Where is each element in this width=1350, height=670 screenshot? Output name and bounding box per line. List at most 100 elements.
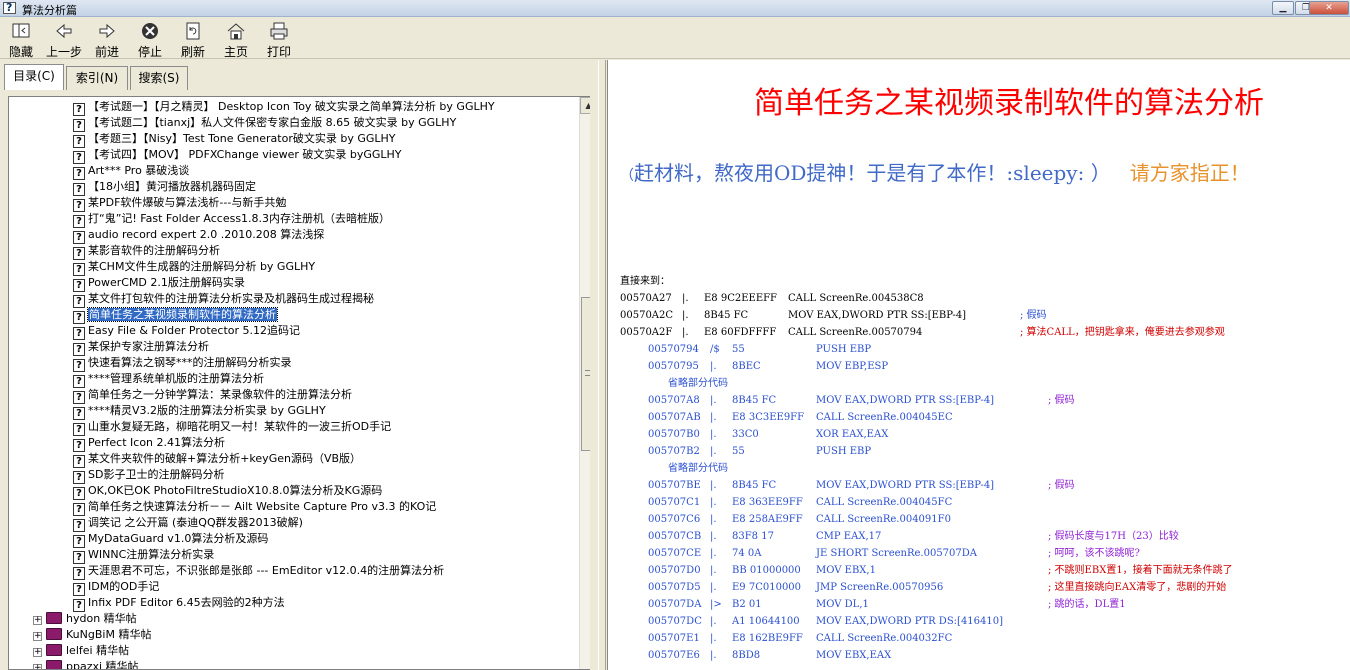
tree-item[interactable]: ? 【考题三】【Nisy】Test Tone Generator破文实录 by G… [73, 131, 396, 148]
code-asm: CALL ScreenRe.004032FC [816, 633, 953, 644]
tree-book[interactable]: + lelfei 精华帖 [33, 643, 129, 659]
tree-item-label: 某文件夹软件的破解+算法分析+keyGen源码（VB版） [88, 452, 362, 465]
tree-item[interactable]: ? WINNC注册算法分析实录 [73, 547, 214, 564]
tree-item[interactable]: ? 快速看算法之钢琴***的注册解码分析实录 [73, 355, 292, 372]
code-mark: |. [682, 310, 689, 321]
tree-item[interactable]: ? 【考试题一】【月之精灵】 Desktop Icon Toy 破文实录之简单算法… [73, 99, 495, 116]
tree-book[interactable]: + ppazxj 精华帖 [33, 659, 139, 669]
code-asm: PUSH EBP [816, 446, 872, 457]
refresh-button[interactable]: 刷新 [178, 21, 208, 59]
tree-item[interactable]: ? 某文件夹软件的破解+算法分析+keyGen源码（VB版） [73, 451, 362, 468]
back-button[interactable]: 上一步 [44, 21, 84, 59]
toolbar: 隐藏 上一步 前进 停止 刷新 主页 打印 [0, 17, 1350, 59]
tree-item[interactable]: ? ****精灵V3.2版的注册算法分析实录 by GGLHY [73, 403, 326, 420]
tree-item[interactable]: ? 某保护专家注册算法分析 [73, 339, 209, 356]
tree-item[interactable]: ? audio record expert 2.0 .2010.208 算法浅探 [73, 227, 325, 244]
forward-button[interactable]: 前进 [92, 21, 122, 59]
code-addr: 00570A27 [620, 293, 672, 304]
code-addr: 005707DC [648, 616, 702, 627]
tree-item[interactable]: ? 某CHM文件生成器的注册解码分析 by GGLHY [73, 259, 316, 276]
code-hex: E8 162BE9FF [732, 633, 803, 644]
expand-plus-icon[interactable]: + [33, 664, 42, 669]
tree-item[interactable]: ? 某PDF软件爆破与算法浅析---与新手共勉 [73, 195, 286, 212]
tree-scrollbar[interactable]: ▲ [579, 97, 590, 669]
tree-item[interactable]: ? 天涯思君不可忘，不识张郎是张郎 --- EmEditor v12.0.4的注册… [73, 563, 444, 580]
tree-item[interactable]: ? 【考试题二】【tianxj】私人文件保密专家白金版 8.65 破文实录 by … [73, 115, 457, 132]
expand-plus-icon[interactable]: + [33, 632, 42, 641]
code-asm: PUSH EBP [816, 344, 872, 355]
code-comment: ; 算法CALL，把钥匙拿来，俺要进去参观参观 [1020, 327, 1225, 338]
code-hex: 55 [732, 446, 745, 457]
print-button[interactable]: 打印 [264, 21, 294, 59]
tree-book[interactable]: + KuNgBiM 精华帖 [33, 627, 151, 643]
scroll-up-arrow-icon[interactable]: ▲ [580, 97, 590, 114]
article-intro: （赶材料，熬夜用OD提神！于是有了本作！:sleepy: ） 请方家指正！ [620, 156, 1320, 193]
tree-item[interactable]: ? Infix PDF Editor 6.45去网验的2种方法 [73, 595, 285, 612]
code-hex: E8 258AE9FF [732, 514, 803, 525]
tree-item-label: audio record expert 2.0 .2010.208 算法浅探 [88, 228, 325, 241]
expand-plus-icon[interactable]: + [33, 616, 42, 625]
minimize-button[interactable]: ▁ [1272, 1, 1294, 15]
code-mark: |. [710, 412, 717, 423]
tab-contents[interactable]: 目录(C) [4, 64, 64, 90]
tree-book-label: hydon 精华帖 [66, 612, 137, 625]
tree-item[interactable]: ? Easy File & Folder Protector 5.12追码记 [73, 323, 300, 340]
code-addr: 005707C1 [648, 497, 701, 508]
code-addr: 00570795 [648, 361, 699, 372]
hide-button[interactable]: 隐藏 [6, 21, 36, 59]
tree-item-label: 【考试题二】【tianxj】私人文件保密专家白金版 8.65 破文实录 by G… [88, 116, 457, 129]
tree-item[interactable]: ? 山重水复疑无路，柳暗花明又一村！某软件的一波三折OD手记 [73, 419, 391, 436]
tree-item[interactable]: ? SD影子卫士的注册解码分析 [73, 467, 224, 484]
close-button[interactable]: ✕ [1309, 1, 1349, 15]
tree-item-label: PowerCMD 2.1版注册解码实录 [88, 276, 245, 289]
code-mark: /$ [710, 344, 720, 355]
hide-icon [11, 21, 31, 41]
code-hex: E8 363EE9FF [732, 497, 803, 508]
pane-splitter[interactable] [598, 60, 606, 670]
scroll-thumb[interactable] [581, 297, 590, 451]
tree-item[interactable]: ? Perfect Icon 2.41算法分析 [73, 435, 225, 452]
code-comment: ; 假码长度与17H（23）比较 [1048, 531, 1179, 542]
code-asm: CALL ScreenRe.004091F0 [816, 514, 951, 525]
tree-item[interactable]: ? MyDataGuard v1.0算法分析及源码 [73, 531, 268, 548]
tree-item[interactable]: ? 简单任务之快速算法分析－－ Ailt Website Capture Pro … [73, 499, 436, 516]
code-asm: MOV DL,1 [816, 599, 869, 610]
tree-item[interactable]: ? ****管理系统单机版的注册算法分析 [73, 371, 264, 388]
code-addr: 005707AB [648, 412, 701, 423]
tree-item[interactable]: ? 简单任务之一分钟学算法：某录像软件的注册算法分析 [73, 387, 352, 404]
code-hex: E8 9C2EEEFF [704, 293, 777, 304]
code-addr: 005707A8 [648, 395, 700, 406]
tree-item[interactable]: ? PowerCMD 2.1版注册解码实录 [73, 275, 245, 292]
tree-item[interactable]: ? 某影音软件的注册解码分析 [73, 243, 220, 260]
tree-book[interactable]: + hydon 精华帖 [33, 611, 137, 627]
code-mark: |. [710, 531, 717, 542]
tree-item-label: 某CHM文件生成器的注册解码分析 by GGLHY [88, 260, 316, 273]
tree-item-label: OK,OK已OK PhotoFiltreStudioX10.8.0算法分析及KG… [88, 484, 383, 497]
book-icon [46, 660, 62, 669]
tree-item[interactable]: ? 【考试四】【MOV】 PDFXChange viewer 破文实录 byGGL… [73, 147, 402, 164]
code-mark: |. [710, 446, 717, 457]
code-hex: BB 01000000 [732, 565, 801, 576]
tree-item[interactable]: ? 某文件打包软件的注册算法分析实录及机器码生成过程揭秘 [73, 291, 374, 308]
tree-item[interactable]: ? 简单任务之某视频录制软件的算法分析 [73, 307, 278, 324]
tree-item[interactable]: ? OK,OK已OK PhotoFiltreStudioX10.8.0算法分析及K… [73, 483, 383, 500]
tree-item[interactable]: ? 调笑记 之公开篇 (泰迪QQ群发器2013破解) [73, 515, 303, 532]
tab-index[interactable]: 索引(N) [66, 66, 128, 90]
tree-item[interactable]: ? 打“鬼”记! Fast Folder Access1.8.3内存注册机（去暗桩… [73, 211, 390, 228]
stop-button[interactable]: 停止 [135, 21, 165, 59]
tree-item[interactable]: ? 【18小组】黄河播放器机器码固定 [73, 179, 256, 196]
tab-search[interactable]: 搜索(S) [130, 66, 188, 90]
code-comment: ; 假码 [1048, 480, 1075, 491]
expand-plus-icon[interactable]: + [33, 648, 42, 657]
code-hex: 83F8 17 [732, 531, 774, 542]
tree-item[interactable]: ? Art*** Pro 暴破浅谈 [73, 163, 189, 180]
code-asm: MOV EAX,DWORD PTR SS:[EBP-4] [816, 395, 995, 406]
code-mark: |. [710, 616, 717, 627]
tree-item-label: 某影音软件的注册解码分析 [88, 244, 220, 257]
tree-item[interactable]: ? IDM的OD手记 [73, 579, 159, 596]
code-hex: 74 0A [732, 548, 762, 559]
home-button[interactable]: 主页 [221, 21, 251, 59]
arrow-left-icon [54, 21, 74, 41]
tree-item-label: 【考试题一】【月之精灵】 Desktop Icon Toy 破文实录之简单算法分… [88, 100, 495, 113]
code-mark: |. [710, 497, 717, 508]
